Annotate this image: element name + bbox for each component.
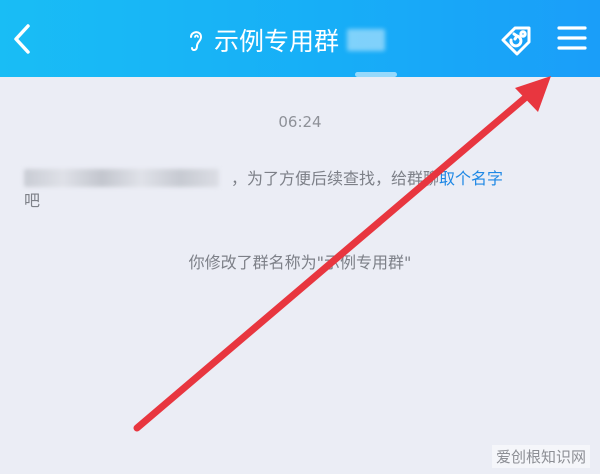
menu-icon[interactable] <box>554 20 590 56</box>
rename-group-link[interactable]: 取个名字 <box>439 169 503 188</box>
system-message-renamed: 你修改了群名称为"示例专用群" <box>188 253 412 272</box>
ear-icon <box>190 31 203 52</box>
title-area[interactable]: 示例专用群 <box>186 22 386 58</box>
title-underline <box>355 72 397 77</box>
watermark: 爱创根知识网 <box>491 445 590 468</box>
page-title: 示例专用群 <box>214 27 340 56</box>
back-icon[interactable] <box>6 20 40 58</box>
message-timestamp: 06:24 <box>278 113 322 131</box>
chat-header: 示例专用群 <box>0 0 600 77</box>
redacted-text <box>24 169 219 187</box>
title-redaction <box>347 29 386 51</box>
tag-sync-icon[interactable] <box>497 20 537 60</box>
system-message-rename-hint: ，为了方便后续查找，给群聊取个名字吧 <box>24 169 504 210</box>
